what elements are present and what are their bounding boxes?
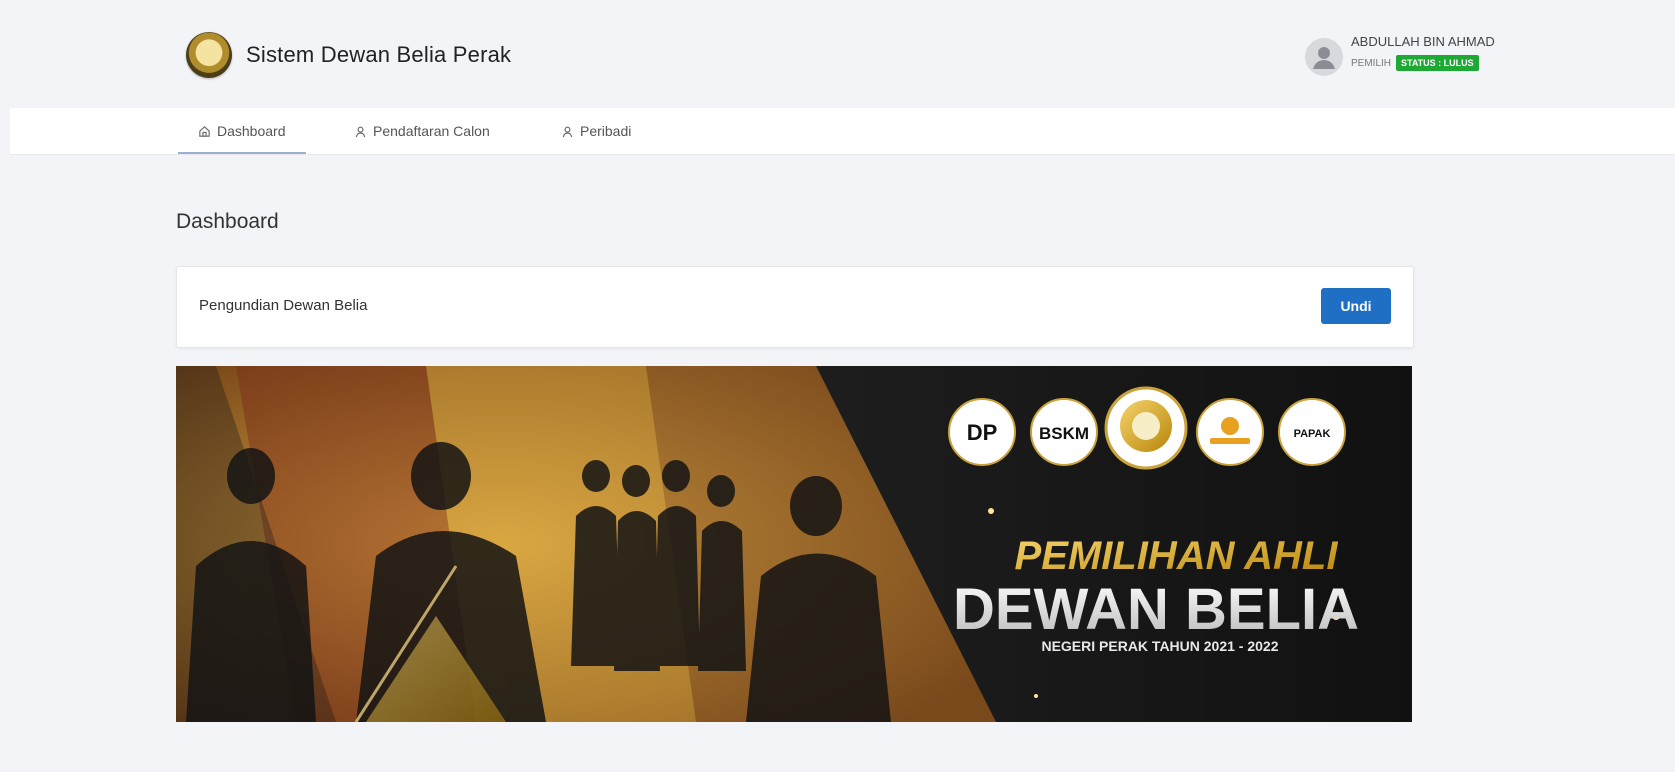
logo-papak: PAPAK [1294, 428, 1331, 440]
perak-crest-logo [186, 32, 232, 78]
user-name: ABDULLAH BIN AHMAD [1351, 34, 1495, 49]
user-icon [561, 125, 574, 138]
banner-artwork: DP BSKM PAPAK PEMILIHAN AHLI DEWAN BELIA… [176, 366, 1412, 722]
avatar-icon [1305, 38, 1343, 76]
banner-subheading: NEGERI PERAK TAHUN 2021 - 2022 [1041, 638, 1278, 654]
user-profile[interactable]: ABDULLAH BIN AHMAD PEMILIH STATUS : LULU… [1305, 34, 1495, 76]
brand[interactable]: Sistem Dewan Belia Perak [186, 32, 511, 78]
user-role: PEMILIH [1351, 57, 1392, 69]
card-title: Pengundian Dewan Belia [199, 297, 368, 314]
election-banner: DP BSKM PAPAK PEMILIHAN AHLI DEWAN BELIA… [176, 366, 1412, 722]
banner-heading-line1: PEMILIHAN AHLI [1015, 534, 1339, 578]
tab-pendaftaran-calon[interactable]: Pendaftaran Calon [354, 108, 490, 154]
tab-peribadi[interactable]: Peribadi [561, 108, 631, 154]
page-title: Dashboard [176, 210, 279, 233]
user-icon [354, 125, 367, 138]
home-icon [198, 125, 211, 138]
tab-peribadi-label: Peribadi [580, 123, 632, 139]
voting-card: Pengundian Dewan Belia Undi [176, 266, 1414, 348]
tab-pendaftaran-calon-label: Pendaftaran Calon [373, 123, 490, 139]
status-badge: STATUS : LULUS [1396, 55, 1479, 71]
top-header: Sistem Dewan Belia Perak ABDULLAH BIN AH… [10, 6, 1675, 108]
logo-dp: DP [967, 420, 998, 445]
tab-dashboard[interactable]: Dashboard [178, 108, 305, 154]
tab-dashboard-label: Dashboard [217, 123, 286, 139]
logo-bskm: BSKM [1039, 424, 1089, 443]
banner-heading-line2: DEWAN BELIA [953, 577, 1359, 642]
vote-button[interactable]: Undi [1321, 288, 1391, 324]
main-nav: Dashboard Pendaftaran Calon Peribadi [10, 108, 1675, 155]
app-title: Sistem Dewan Belia Perak [246, 42, 512, 67]
